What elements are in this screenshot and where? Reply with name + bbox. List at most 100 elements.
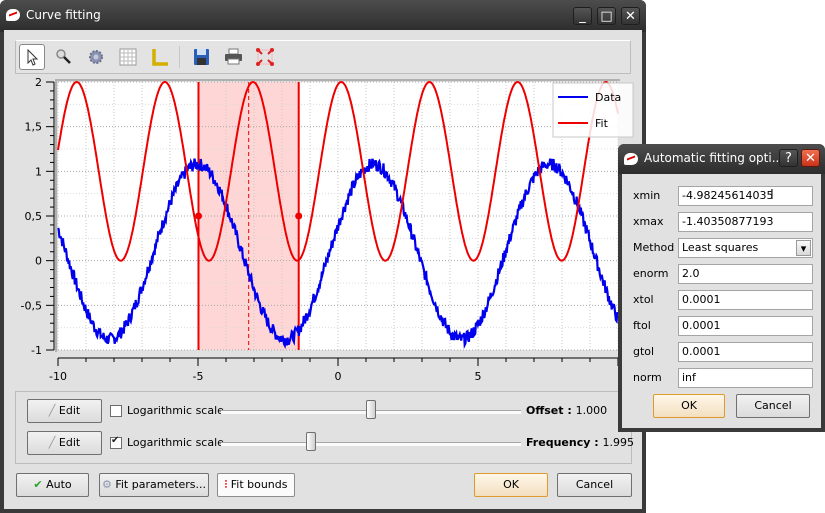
norm-input[interactable]: inf [678,368,813,388]
log-scale-offset-label: Logarithmic scale [127,404,224,417]
norm-label: norm [633,371,662,384]
automatic-fitting-options-dialog: Automatic fitting opti... ? ✕ xmin -4.982… [618,144,825,432]
title-bar[interactable]: Curve fitting _ □ ✕ [0,0,646,32]
dialog-title: Automatic fitting opti... [644,151,784,165]
frequency-name: Frequency [526,436,591,449]
xmin-label: xmin [633,189,661,202]
method-label: Method [633,241,675,254]
log-scale-frequency-label: Logarithmic scale [127,436,224,449]
help-icon: ? [785,151,792,166]
frequency-value: 1.995 [602,436,634,449]
dialog-ok-button[interactable]: OK [653,394,725,418]
method-value: Least squares [682,241,759,254]
dialog-cancel-button[interactable]: Cancel [736,394,810,418]
gtol-input[interactable]: 0.0001 [678,342,813,362]
select-tool-button[interactable] [19,44,45,70]
curve-plot[interactable]: -1 -0,5 0 0,5 1 1,5 2 -10 -5 0 5 Data Fit [4,76,642,385]
xmax-input[interactable]: -1.40350877193 [678,212,813,232]
maximize-button[interactable]: □ [597,7,616,25]
log-scale-offset-checkbox[interactable] [110,405,122,417]
grid-icon [119,48,137,66]
fullscreen-tool-button[interactable] [252,44,278,70]
gear-icon [89,50,103,64]
norm-value: inf [682,371,696,384]
settings-tool-button[interactable] [83,44,109,70]
expand-arrows-icon [256,48,274,66]
text-cursor-icon: I [770,188,774,203]
close-icon: ✕ [625,9,636,24]
method-select[interactable]: Least squares ▾ [678,238,813,258]
chevron-down-icon[interactable]: ▾ [796,240,811,256]
close-icon: ✕ [805,151,816,166]
plot-toolbar [15,40,631,74]
dialog-title-bar[interactable]: Automatic fitting opti... ? ✕ [618,144,825,174]
dialog-ok-label: OK [681,399,697,412]
minimize-button[interactable]: _ [573,7,592,25]
dialog-cancel-label: Cancel [754,399,792,412]
maximize-icon: □ [600,9,613,24]
window-client: -1 -0,5 0 0,5 1 1,5 2 -10 -5 0 5 Data Fit ╱ Edit Log… [4,30,642,509]
log-scale-frequency-checkbox[interactable] [110,435,122,449]
gear-icon: ⚙ [101,478,112,491]
edit-frequency-button[interactable]: ╱ Edit [27,431,102,455]
ftol-input[interactable]: 0.0001 [678,316,813,336]
y-tick-label: -0,5 [21,299,42,312]
fit-bounds-icon: ⫶ [224,478,228,491]
x-tick-label: -5 [193,370,204,383]
enorm-input[interactable]: 2.0 [678,264,813,284]
y-tick-label: 0,5 [25,210,43,223]
x-tick-label: 0 [335,370,342,383]
legend-label-fit: Fit [595,117,609,130]
offset-slider-handle[interactable] [366,400,376,419]
ok-button[interactable]: OK [474,473,548,497]
fit-bounds-button[interactable]: ⫶ Fit bounds [217,473,295,497]
grid-tool-button[interactable] [115,44,141,70]
fit-bound-xmin-marker[interactable] [194,212,202,220]
enorm-label: enorm [633,267,669,280]
axes-tool-button[interactable] [147,44,173,70]
fit-parameters-label: Fit parameters... [115,478,207,491]
plot-area[interactable]: -1 -0,5 0 0,5 1 1,5 2 -10 -5 0 5 Data Fit [4,76,642,385]
offset-name: Offset [526,404,564,417]
gtol-label: gtol [633,345,655,358]
fit-bound-xmax-marker[interactable] [295,212,303,220]
minimize-icon: _ [579,9,586,24]
xmax-value: -1.40350877193 [682,215,774,228]
xtol-value: 0.0001 [682,293,721,306]
legend-label-data: Data [595,91,621,104]
xmin-value: -4.98245614035 [682,189,774,202]
auto-label: Auto [46,478,72,491]
dialog-app-icon [624,153,638,165]
frequency-slider-track[interactable] [221,442,521,446]
pointer-icon [27,48,39,66]
frequency-readout: Frequency : 1.995 [526,436,634,449]
fit-parameters-button[interactable]: ⚙ Fit parameters... [99,473,209,497]
save-tool-button[interactable] [188,44,214,70]
dialog-close-button[interactable]: ✕ [801,149,820,167]
y-tick-label: 0 [35,255,42,268]
fit-bounds-label: Fit bounds [230,478,288,491]
y-tick-label: 1 [35,165,42,178]
cancel-button[interactable]: Cancel [557,473,632,497]
app-icon [6,9,20,21]
floppy-disk-icon [194,49,209,65]
xtol-label: xtol [633,293,654,306]
xmin-input[interactable]: -4.98245614035 [678,186,813,206]
auto-button[interactable]: ✔ Auto [16,473,89,497]
frequency-slider-handle[interactable] [306,432,316,451]
offset-readout: Offset : 1.000 [526,404,608,417]
gtol-value: 0.0001 [682,345,721,358]
xtol-input[interactable]: 0.0001 [678,290,813,310]
edit-label: Edit [58,436,81,449]
print-tool-button[interactable] [220,44,246,70]
edit-offset-button[interactable]: ╱ Edit [27,399,102,423]
xmax-label: xmax [633,215,664,228]
y-tick-label: 1,5 [25,121,43,134]
zoom-tool-button[interactable] [51,44,77,70]
ok-label: OK [503,478,519,491]
offset-value: 1.000 [575,404,608,417]
y-tick-label: -1 [31,344,42,357]
close-button[interactable]: ✕ [621,7,640,25]
edit-label: Edit [58,404,81,417]
help-button[interactable]: ? [779,149,798,167]
